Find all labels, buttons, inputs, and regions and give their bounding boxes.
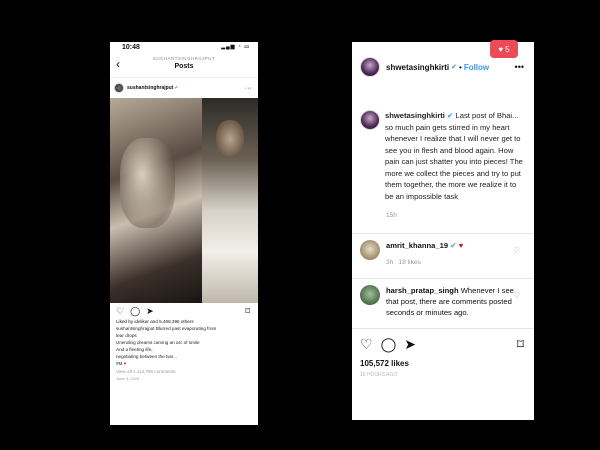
bookmark-icon[interactable]: ⌑ — [245, 306, 250, 317]
like-comment-icon[interactable]: ♡ — [513, 246, 520, 255]
post-image[interactable] — [110, 98, 258, 303]
caption-line: sushantsinghrajput Blurred past evaporat… — [116, 326, 217, 331]
header-handle: SUSHANTSINGHRAJPUT — [152, 56, 216, 61]
bookmark-icon[interactable]: ⌑ — [517, 336, 524, 353]
caption-line: #M ♥ — [116, 361, 127, 366]
share-icon[interactable]: ➤ — [146, 306, 154, 317]
comment-item: amrit_khanna_19 ✔ ♥ 3h 18 likes ♡ — [352, 240, 534, 268]
caption-text: shwetasinghkirti ✔ Last post of Bhai... … — [385, 110, 526, 202]
share-icon[interactable]: ➤ — [404, 336, 416, 353]
caption-line: Unending dreams carving an arc of smile — [116, 340, 200, 345]
post-date: June 3, 2020 — [116, 376, 140, 381]
avatar[interactable] — [360, 57, 380, 77]
post-header: sushantsinghrajput ✔ ··· — [110, 78, 258, 98]
post-header: shwetasinghkirti ✔ • Follow ••• — [352, 42, 534, 92]
follow-button[interactable]: Follow — [464, 63, 489, 72]
heart-icon[interactable]: ♡ — [360, 336, 373, 353]
comment-body: amrit_khanna_19 ✔ ♥ 3h 18 likes — [386, 240, 463, 268]
red-heart-icon: ♥ — [123, 361, 127, 366]
caption-block: shwetasinghkirti ✔ Last post of Bhai... … — [352, 92, 534, 202]
avatar[interactable] — [360, 110, 380, 130]
post-actions: ♡ ◯ ➤ ⌑ — [352, 333, 534, 355]
divider — [352, 233, 534, 234]
caption-timestamp: 15h — [386, 212, 397, 219]
likes-count[interactable]: 105,572 likes — [352, 355, 534, 372]
comment-username[interactable]: amrit_khanna_19 — [386, 241, 448, 250]
post-image-right-panel — [202, 98, 258, 303]
comment-meta: 3h 18 likes — [386, 257, 463, 268]
comment-icon[interactable]: ◯ — [130, 306, 140, 317]
verified-badge-icon: ✔ — [447, 111, 454, 120]
comment-time: 3h — [386, 259, 394, 266]
verified-badge-icon: ✔ — [450, 241, 457, 250]
verified-badge-icon: ✔ — [451, 64, 457, 71]
status-bar: 10:48 ▂▄▆ ◔ ▭ — [110, 42, 258, 52]
avatar[interactable] — [360, 240, 380, 260]
comment-item: harsh_pratap_singh Whenever I see that p… — [352, 285, 534, 318]
signal-wifi-battery-icon: ▂▄▆ ◔ ▭ — [221, 44, 250, 50]
post-caption: sushantsinghrajput Blurred past evaporat… — [110, 324, 258, 368]
post-actions: ♡ ◯ ➤ ⌑ — [110, 303, 258, 319]
comment-likes[interactable]: 18 likes — [399, 259, 421, 266]
separator-dot: • — [459, 62, 462, 72]
more-options-icon[interactable]: ··· — [245, 85, 252, 92]
avatar[interactable] — [114, 83, 124, 93]
comment-body: harsh_pratap_singh Whenever I see that p… — [386, 285, 516, 318]
divider — [352, 278, 534, 279]
verified-badge-icon: ✔ — [174, 85, 179, 91]
posts-title: Posts — [174, 63, 194, 70]
caption-body: Last post of Bhai... so much pain gets s… — [385, 111, 523, 201]
avatar[interactable] — [360, 285, 380, 305]
comment-icon[interactable]: ◯ — [381, 336, 397, 353]
caption-line: negotiating between the two... — [116, 354, 178, 359]
post-image-left-panel — [110, 98, 202, 303]
comment-username[interactable]: harsh_pratap_singh — [386, 286, 459, 295]
left-phone-screenshot: 10:48 ▂▄▆ ◔ ▭ ‹ SUSHANTSINGHRAJPUT Posts… — [110, 42, 258, 425]
caption-line: And a fleeting life, — [116, 347, 153, 352]
post-username[interactable]: sushantsinghrajput — [127, 85, 173, 91]
divider — [352, 328, 534, 329]
view-all-comments-link[interactable]: View all 1,113,766 comments — [110, 368, 258, 375]
heart-icon[interactable]: ♡ — [116, 306, 124, 317]
like-comment-icon[interactable]: ♡ — [513, 291, 520, 300]
more-options-icon[interactable]: ••• — [515, 62, 524, 72]
caption-username[interactable]: shwetasinghkirti — [385, 111, 445, 120]
red-heart-icon: ♥ — [458, 241, 464, 250]
status-time: 10:48 — [122, 43, 140, 51]
caption-line: tear drops — [116, 333, 137, 338]
post-username[interactable]: shwetasinghkirti — [386, 63, 449, 72]
right-phone-screenshot: ♥ 5 shwetasinghkirti ✔ • Follow ••• shwe… — [352, 40, 534, 420]
post-date: 15 HOURS AGO — [360, 372, 398, 378]
posts-topbar: ‹ SUSHANTSINGHRAJPUT Posts — [110, 52, 258, 78]
liked-by-text: Liked by idelikar and 5,468,396 others — [116, 319, 194, 324]
back-arrow-icon[interactable]: ‹ — [116, 58, 120, 70]
